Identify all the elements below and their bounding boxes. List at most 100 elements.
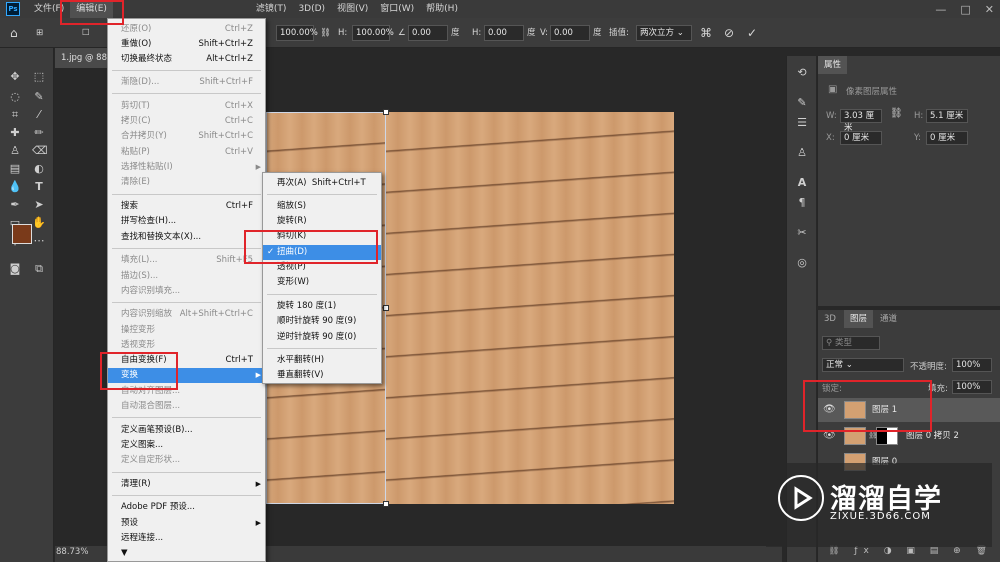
transform-handle-top-right[interactable] [383,109,389,115]
menu-clear[interactable]: 清除(E) [108,175,265,190]
menu-pdf-presets[interactable]: Adobe PDF 预设... [108,500,265,515]
submenu-flip-vertical[interactable]: 垂直翻转(V) [263,368,381,383]
lasso-tool-icon[interactable]: ◌ [8,90,22,104]
gradient-tool-icon[interactable]: ▤ [8,162,22,176]
link-icon[interactable]: ⛓ [320,25,331,41]
brush-tool-icon[interactable]: ✏ [32,126,46,140]
marquee-tool-icon[interactable]: ⬚ [32,70,46,84]
type-tool-icon[interactable]: T [32,180,46,194]
layer-height-field[interactable]: 5.1 厘米 [926,109,968,123]
menu-puppet-warp[interactable]: 操控变形 [108,323,265,338]
menu-redo[interactable]: 重做(O) Shift+Ctrl+Z [108,37,265,52]
crop-tool-icon[interactable]: ⌗ [8,108,22,122]
menu-content-aware-scale[interactable]: 内容识别缩放 Alt+Shift+Ctrl+C [108,307,265,322]
zoom-level[interactable]: 88.73% [56,547,88,557]
submenu-scale[interactable]: 缩放(S) [263,199,381,214]
checkbox-icon[interactable]: ☐ [82,25,90,41]
menu-cut[interactable]: 剪切(T) Ctrl+X [108,99,265,114]
menu-view[interactable]: 视图(V) [331,0,374,18]
dodge-tool-icon[interactable]: ◐ [32,162,46,176]
more-tools-icon[interactable]: ⋯ [32,234,46,248]
menu-presets[interactable]: 预设 ▶ [108,516,265,531]
wood-image[interactable] [386,112,674,504]
submenu-rotate-ccw[interactable]: 逆时针旋转 90 度(0) [263,330,381,345]
commit-transform-icon[interactable]: ✓ [747,25,757,41]
menu-copy[interactable]: 拷贝(C) Ctrl+C [108,114,265,129]
submenu-rotate-180[interactable]: 旋转 180 度(1) [263,299,381,314]
menu-toggle-last-state[interactable]: 切换最终状态 Alt+Ctrl+Z [108,52,265,67]
submenu-rotate[interactable]: 旋转(R) [263,214,381,229]
menu-auto-blend-layers[interactable]: 自动混合图层... [108,399,265,414]
vskew-field[interactable]: 0.00 [550,25,590,41]
menu-spell-check[interactable]: 拼写检查(H)... [108,214,265,229]
fill-field[interactable]: 100% [952,380,992,394]
submenu-again[interactable]: 再次(A) Shift+Ctrl+T [263,176,381,191]
tab-layers[interactable]: 图层 [844,310,874,328]
hand-tool-icon[interactable]: ✋ [32,216,46,230]
angle-field[interactable]: 0.00 [408,25,448,41]
healing-brush-icon[interactable]: ✚ [8,126,22,140]
home-icon[interactable]: ⌂ [10,25,18,41]
layer-filter-select[interactable]: ⚲ 类型 [822,336,880,350]
submenu-warp[interactable]: 变形(W) [263,275,381,290]
quick-select-tool-icon[interactable]: ✎ [32,90,46,104]
eraser-tool-icon[interactable]: ⌫ [32,144,48,158]
menu-define-pattern[interactable]: 定义图案... [108,438,265,453]
layer-width-field[interactable]: 3.03 厘米 [840,109,882,133]
submenu-rotate-cw[interactable]: 顺时针旋转 90 度(9) [263,314,381,329]
transform-handle-right[interactable] [383,305,389,311]
move-tool-icon[interactable]: ✥ [8,70,22,84]
clone-source-icon[interactable]: ♙ [795,146,809,160]
menu-more-arrow[interactable]: ▼ [108,546,265,561]
quick-mask-icon[interactable]: ◙ [8,262,22,276]
adjustments-icon[interactable]: ☰ [795,116,809,130]
submenu-flip-horizontal[interactable]: 水平翻转(H) [263,353,381,368]
menu-fade[interactable]: 渐隐(D)... Shift+Ctrl+F [108,75,265,90]
blend-mode-select[interactable]: 正常 ⌄ [822,358,904,372]
menu-find-replace[interactable]: 查找和替换文本(X)... [108,230,265,245]
menu-paste-special[interactable]: 选择性粘贴(I) ▶ [108,160,265,175]
menu-3d[interactable]: 3D(D) [292,0,331,18]
menu-search[interactable]: 搜索 Ctrl+F [108,199,265,214]
minimize-icon[interactable]: — [935,3,946,16]
tab-properties[interactable]: 属性 [818,56,848,74]
document-tab[interactable]: 1.jpg @ 88... [55,48,109,68]
interpolation-select[interactable]: 两次立方 ⌄ [636,25,692,41]
pen-tool-icon[interactable]: ✒ [8,198,22,212]
stamp-tool-icon[interactable]: ♙ [8,144,22,158]
path-select-tool-icon[interactable]: ➤ [32,198,46,212]
menu-remote-connections[interactable]: 远程连接... [108,531,265,546]
menu-copy-merged[interactable]: 合并拷贝(Y) Shift+Ctrl+C [108,129,265,144]
menu-fill[interactable]: 填充(L)... Shift+F5 [108,253,265,268]
menu-purge[interactable]: 清理(R) ▶ [108,477,265,492]
menu-content-aware-fill[interactable]: 内容识别填充... [108,284,265,299]
menu-define-shape[interactable]: 定义自定形状... [108,453,265,468]
paragraph-icon[interactable]: ¶ [795,196,809,210]
menu-filter[interactable]: 滤镜(T) [250,0,293,18]
link-dimensions-icon[interactable]: ⛓ [890,108,903,119]
transform-handle-bottom-right[interactable] [383,501,389,507]
menu-perspective-warp[interactable]: 透视变形 [108,338,265,353]
foreground-color-swatch[interactable] [12,224,32,244]
screen-mode-icon[interactable]: ⧉ [32,262,46,276]
layer-x-field[interactable]: 0 厘米 [840,131,882,145]
layer-y-field[interactable]: 0 厘米 [926,131,968,145]
blur-tool-icon[interactable]: 💧 [8,180,22,194]
tab-channels[interactable]: 通道 [874,310,903,328]
maximize-icon[interactable]: □ [960,3,970,16]
menu-help[interactable]: 帮助(H) [420,0,464,18]
character-icon[interactable]: A [795,176,809,190]
eyedropper-tool-icon[interactable]: ⁄ [32,108,46,122]
history-icon[interactable]: ⟲ [795,66,809,80]
3d-icon[interactable]: ◎ [795,256,809,270]
reference-point-icon[interactable]: ⊞ [36,25,43,41]
opacity-field[interactable]: 100% [952,358,992,372]
photoshop-logo-icon[interactable]: Ps [6,2,20,16]
close-icon[interactable]: ✕ [985,3,994,16]
menu-define-brush[interactable]: 定义画笔预设(B)... [108,423,265,438]
menu-paste[interactable]: 粘贴(P) Ctrl+V [108,145,265,160]
menu-window[interactable]: 窗口(W) [374,0,420,18]
layers-footer-icons[interactable]: ⛓ ƒx ◑ ▣ ▤ ⊕ 🗑 [818,546,1000,562]
warp-icon[interactable]: ⌘ [700,25,712,41]
hskew-field[interactable]: 0.00 [484,25,524,41]
